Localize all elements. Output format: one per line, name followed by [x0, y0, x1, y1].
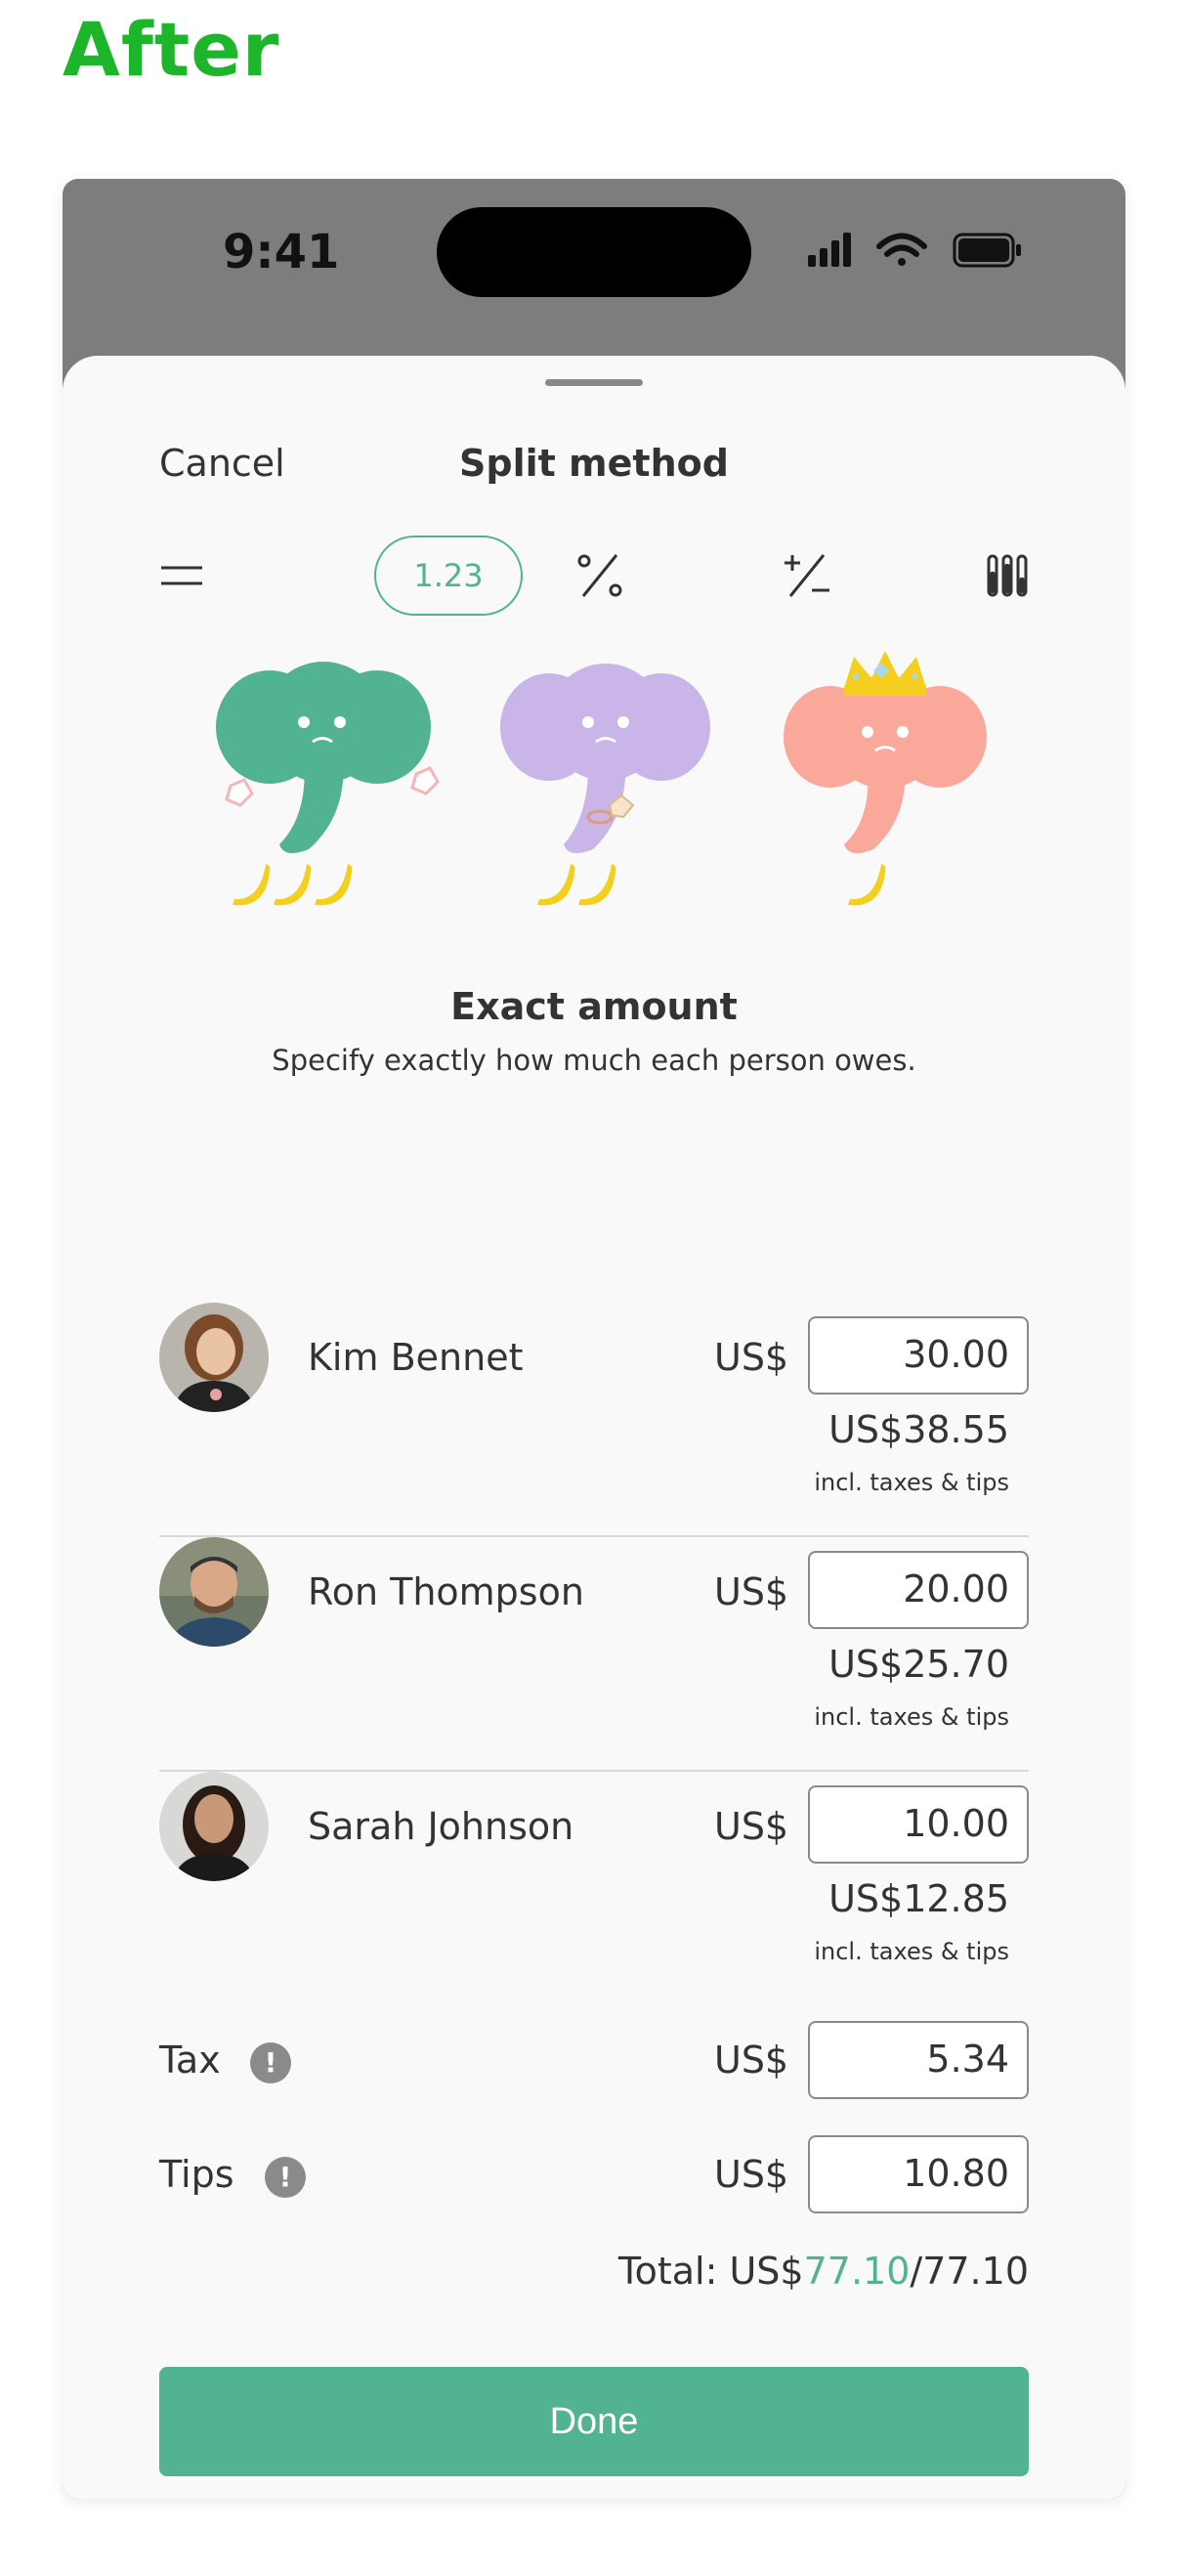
currency-label: US$	[714, 2153, 789, 2196]
exact-amount-tab-label: 1.23	[413, 557, 484, 594]
cellular-signal-icon	[808, 233, 851, 267]
avatar	[159, 1537, 269, 1647]
dynamic-island	[437, 207, 751, 297]
total-prefix: Total: US$	[617, 2250, 804, 2293]
wifi-icon	[876, 233, 927, 266]
exact-amount-tab[interactable]: 1.23	[374, 536, 523, 616]
status-time: 9:41	[223, 225, 340, 279]
method-description-subtitle: Specify exactly how much each person owe…	[272, 1044, 916, 1077]
total-target: 77.10	[922, 2250, 1029, 2293]
tax-amount-input[interactable]: 5.34	[808, 2021, 1029, 2099]
tips-info-icon[interactable]: !	[265, 2157, 306, 2198]
amount-incl-total: US$38.55	[828, 1408, 1009, 1451]
avatar	[159, 1303, 269, 1412]
equal-split-icon	[161, 566, 202, 585]
avatar	[159, 1772, 269, 1881]
currency-label: US$	[714, 1805, 789, 1848]
split-method-sheet: Cancel Split method 1.23 Exact amount Sp…	[63, 356, 1125, 2499]
incl-taxes-note: incl. taxes & tips	[814, 1703, 1009, 1731]
total-separator: /	[910, 2250, 923, 2293]
adjustment-icon	[785, 554, 829, 597]
status-icons	[808, 233, 1021, 268]
percent-icon	[577, 554, 622, 597]
battery-icon	[953, 233, 1021, 268]
tax-row: Tax ! US$ 5.34	[159, 2021, 1029, 2101]
currency-label: US$	[714, 1336, 789, 1379]
person-name: Ron Thompson	[308, 1570, 584, 1613]
total-assigned: 77.10	[803, 2250, 911, 2293]
after-label: After	[63, 6, 280, 93]
sheet-grabber[interactable]	[545, 379, 643, 386]
amount-incl-total: US$25.70	[828, 1643, 1009, 1686]
currency-label: US$	[714, 1570, 789, 1613]
green-elephant-mascot-icon	[216, 662, 440, 906]
shares-tab[interactable]	[985, 536, 1030, 616]
amount-incl-total: US$12.85	[828, 1877, 1009, 1920]
person-row-kim: Kim Bennet US$ 30.00 US$38.55 incl. taxe…	[159, 1303, 1029, 1537]
crown-icon	[844, 651, 926, 696]
purple-elephant-mascot-icon	[500, 664, 710, 906]
percentage-tab[interactable]	[571, 536, 629, 616]
done-button[interactable]: Done	[159, 2367, 1029, 2476]
phone-frame: 9:41 Cancel Split method 1.23 Exact amou…	[63, 179, 1125, 2499]
person-row-ron: Ron Thompson US$ 20.00 US$25.70 incl. ta…	[159, 1537, 1029, 1772]
shares-icon	[987, 554, 1028, 597]
method-description-title: Exact amount	[450, 985, 738, 1028]
amount-input[interactable]: 10.00	[808, 1785, 1029, 1864]
person-name: Kim Bennet	[308, 1336, 524, 1379]
tips-row: Tips ! US$ 10.80	[159, 2135, 1029, 2215]
incl-taxes-note: incl. taxes & tips	[814, 1469, 1009, 1496]
tax-label: Tax	[159, 2039, 221, 2082]
split-equally-tab[interactable]	[159, 536, 204, 616]
total-summary: Total: US$77.10/77.10	[618, 2250, 1029, 2293]
sheet-title: Split method	[459, 442, 729, 485]
adjustment-tab[interactable]	[778, 536, 836, 616]
currency-label: US$	[714, 2039, 789, 2082]
tips-amount-input[interactable]: 10.80	[808, 2135, 1029, 2213]
incl-taxes-note: incl. taxes & tips	[814, 1938, 1009, 1965]
amount-input[interactable]: 30.00	[808, 1316, 1029, 1395]
tips-label: Tips	[159, 2153, 234, 2196]
person-name: Sarah Johnson	[308, 1805, 574, 1848]
tax-info-icon[interactable]: !	[250, 2042, 291, 2083]
amount-input[interactable]: 20.00	[808, 1551, 1029, 1629]
pink-elephant-mascot-icon	[784, 651, 987, 906]
person-row-sarah: Sarah Johnson US$ 10.00 US$12.85 incl. t…	[159, 1772, 1029, 1967]
